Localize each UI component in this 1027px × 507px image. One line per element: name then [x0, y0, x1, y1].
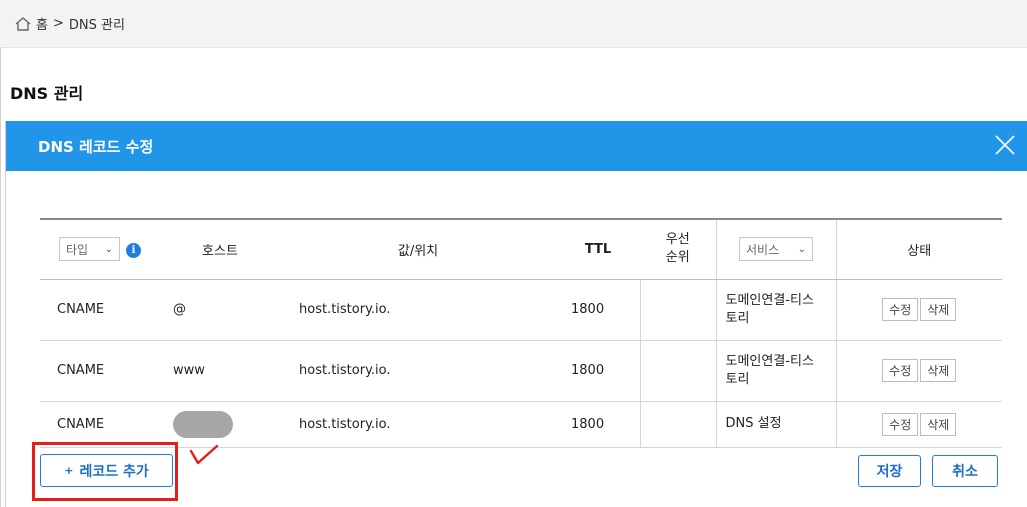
page-left-border [0, 47, 1, 507]
dns-records-table: 타입 ⌄ i 호스트 값/위치 TTL 우선 순위 서비스 ⌄ 상태 CNAME… [40, 218, 1002, 448]
type-cell: CNAME [40, 279, 160, 341]
status-cell: 수정 삭제 [835, 340, 1002, 402]
cancel-button[interactable]: 취소 [932, 455, 998, 487]
value-header: 값/위치 [280, 218, 556, 280]
table-row: CNAME host.tistory.io. 1800 DNS 설정 수정 삭제 [40, 401, 1002, 448]
status-cell: 수정 삭제 [835, 279, 1002, 341]
chevron-down-icon: ⌄ [797, 243, 806, 255]
type-cell: CNAME [40, 401, 160, 448]
service-cell: 도메인연결-티스토리 [715, 340, 836, 402]
save-button[interactable]: 저장 [858, 455, 921, 487]
ttl-cell: 1800 [556, 279, 640, 341]
delete-button[interactable]: 삭제 [920, 359, 957, 382]
service-select[interactable]: 서비스 ⌄ [739, 237, 813, 262]
breadcrumb: 홈 > DNS 관리 [0, 0, 1027, 48]
host-cell: @ [160, 279, 280, 341]
ttl-cell: 1800 [556, 340, 640, 402]
host-cell [160, 401, 280, 448]
status-header: 상태 [835, 218, 1002, 280]
page-title: DNS 관리 [10, 84, 84, 103]
priority-header-line2: 순위 [665, 250, 690, 266]
ttl-cell: 1800 [556, 401, 640, 448]
edit-button[interactable]: 수정 [882, 298, 919, 321]
host-header: 호스트 [160, 218, 280, 280]
value-cell: host.tistory.io. [280, 340, 556, 402]
close-icon[interactable] [992, 132, 1018, 158]
dns-record-edit-modal: DNS 레코드 수정 타입 ⌄ i 호스트 값/위치 TTL 우선 순위 서비스… [5, 121, 1027, 507]
host-cell: www [160, 340, 280, 402]
type-select[interactable]: 타입 ⌄ [59, 237, 120, 262]
add-record-button[interactable]: + 레코드 추가 [40, 454, 173, 487]
edit-button[interactable]: 수정 [882, 359, 919, 382]
priority-cell [639, 279, 716, 341]
table-row: CNAME www host.tistory.io. 1800 도메인연결-티스… [40, 340, 1002, 402]
delete-button[interactable]: 삭제 [920, 298, 957, 321]
delete-button[interactable]: 삭제 [920, 412, 957, 436]
table-row: CNAME @ host.tistory.io. 1800 도메인연결-티스토리… [40, 279, 1002, 341]
service-cell: DNS 설정 [715, 401, 836, 448]
value-cell: host.tistory.io. [280, 401, 556, 448]
status-cell: 수정 삭제 [835, 401, 1002, 448]
service-cell: 도메인연결-티스토리 [715, 279, 836, 341]
modal-header: DNS 레코드 수정 [6, 121, 1027, 171]
breadcrumb-home[interactable]: 홈 [14, 14, 48, 33]
plus-icon: + [64, 464, 74, 477]
type-select-label: 타입 [66, 242, 89, 257]
priority-header: 우선 순위 [640, 218, 716, 280]
value-cell: host.tistory.io. [280, 279, 556, 341]
add-record-label: 레코드 추가 [79, 463, 149, 480]
table-header-row: 타입 ⌄ i 호스트 값/위치 TTL 우선 순위 서비스 ⌄ 상태 [40, 218, 1002, 280]
priority-cell [639, 401, 716, 448]
redacted-host-mask [173, 410, 233, 438]
ttl-header: TTL [556, 218, 640, 280]
modal-title: DNS 레코드 수정 [38, 137, 154, 156]
info-icon[interactable]: i [126, 242, 141, 258]
home-icon [15, 16, 31, 31]
priority-cell [639, 340, 716, 402]
priority-header-line1: 우선 [665, 232, 690, 248]
breadcrumb-separator: > [52, 16, 64, 31]
service-select-label: 서비스 [746, 242, 780, 257]
breadcrumb-current: DNS 관리 [68, 18, 125, 33]
service-header: 서비스 ⌄ [715, 218, 836, 280]
chevron-down-icon: ⌄ [104, 243, 113, 255]
breadcrumb-home-label[interactable]: 홈 [36, 14, 48, 33]
edit-button[interactable]: 수정 [882, 412, 919, 436]
type-header: 타입 ⌄ i [40, 218, 160, 280]
type-cell: CNAME [40, 340, 160, 402]
